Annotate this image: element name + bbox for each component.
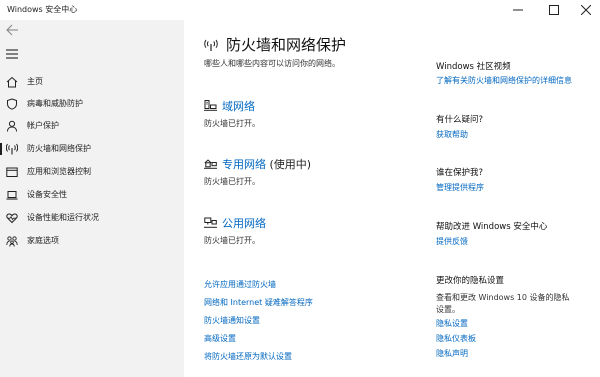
sidebar: 主页 病毒和威胁防护 帐户保护 防火墙和网络保护 应用和浏览器控制 设备安全性 … xyxy=(0,20,184,377)
sidebar-item-account-protection[interactable]: 帐户保护 xyxy=(0,116,184,136)
laptop-icon xyxy=(6,191,18,200)
close-button[interactable] xyxy=(572,0,600,20)
minimize-icon xyxy=(513,9,523,11)
main-content: 防火墙和网络保护 哪些人和哪些内容可以访问你的网络。 域网络 防火墙已打开。 专… xyxy=(184,20,600,377)
restore-defaults-link[interactable]: 将防火墙还原为默认设置 xyxy=(204,351,292,362)
back-arrow-icon[interactable] xyxy=(5,23,19,37)
public-network-icon xyxy=(204,217,217,228)
domain-network-icon xyxy=(204,100,217,111)
privacy-description-cont: 设置。 xyxy=(436,305,460,314)
privacy-heading: 更改你的隐私设置 xyxy=(436,276,505,286)
give-feedback-link[interactable]: 提供反馈 xyxy=(436,236,468,247)
allow-app-through-firewall-link[interactable]: 允许应用通过防火墙 xyxy=(204,279,276,290)
questions-heading: 有什么疑问? xyxy=(436,115,484,125)
network-status: 防火墙已打开。 xyxy=(204,119,260,128)
privacy-dashboard-link[interactable]: 隐私仪表板 xyxy=(436,333,476,344)
title-bar: Windows 安全中心 xyxy=(0,0,600,20)
sidebar-item-label: 家庭选项 xyxy=(27,236,59,245)
app-title: Windows 安全中心 xyxy=(7,5,78,14)
sidebar-item-label: 帐户保护 xyxy=(27,121,59,130)
network-name: 专用网络 xyxy=(222,158,266,171)
firewall-notification-settings-link[interactable]: 防火墙通知设置 xyxy=(204,315,260,326)
private-network-icon xyxy=(204,159,217,169)
hamburger-menu-icon[interactable] xyxy=(5,48,19,60)
privacy-description: 查看和更改 Windows 10 设备的隐私 xyxy=(436,293,570,302)
learn-more-link[interactable]: 了解有关防火墙和网络保护的详细信息 xyxy=(436,75,572,86)
sidebar-item-label: 主页 xyxy=(27,77,43,86)
get-help-link[interactable]: 获取帮助 xyxy=(436,129,468,140)
sidebar-item-label: 应用和浏览器控制 xyxy=(27,167,91,176)
community-videos-heading: Windows 社区视频 xyxy=(436,62,511,72)
antenna-icon xyxy=(6,143,18,155)
maximize-button[interactable] xyxy=(540,0,568,20)
sidebar-item-home[interactable]: 主页 xyxy=(0,72,184,92)
private-network-link[interactable]: 专用网络 (使用中) xyxy=(222,156,311,172)
network-name: 域网络 xyxy=(222,100,255,113)
sidebar-item-device-health[interactable]: 设备性能和运行状况 xyxy=(0,208,184,228)
sidebar-item-label: 设备性能和运行状况 xyxy=(27,213,99,222)
network-troubleshooter-link[interactable]: 网络和 Internet 疑难解答程序 xyxy=(204,297,313,308)
antenna-icon xyxy=(204,39,218,51)
minimize-button[interactable] xyxy=(504,0,532,20)
page-title: 防火墙和网络保护 xyxy=(226,36,347,54)
shield-icon xyxy=(7,98,17,110)
advanced-settings-link[interactable]: 高级设置 xyxy=(204,333,236,344)
privacy-settings-link[interactable]: 隐私设置 xyxy=(436,318,468,329)
network-status: 防火墙已打开。 xyxy=(204,177,260,186)
maximize-icon xyxy=(549,5,559,15)
sidebar-item-family-options[interactable]: 家庭选项 xyxy=(0,231,184,251)
family-icon xyxy=(6,236,18,247)
public-network-link[interactable]: 公用网络 xyxy=(222,215,266,231)
app-window: Windows 安全中心 主页 病毒和威胁防护 帐户保护 防火墙和网络保护 应用… xyxy=(0,0,600,377)
sidebar-item-label: 病毒和威胁防护 xyxy=(27,99,83,108)
network-status: 防火墙已打开。 xyxy=(204,236,260,245)
sidebar-item-label: 设备安全性 xyxy=(27,190,67,199)
sidebar-item-virus-protection[interactable]: 病毒和威胁防护 xyxy=(0,94,184,114)
who-protects-heading: 谁在保护我? xyxy=(436,168,484,178)
page-subtitle: 哪些人和哪些内容可以访问你的网络。 xyxy=(204,59,340,68)
sidebar-item-device-security[interactable]: 设备安全性 xyxy=(0,185,184,205)
person-icon xyxy=(7,120,17,132)
sidebar-item-app-browser-control[interactable]: 应用和浏览器控制 xyxy=(0,162,184,182)
privacy-statement-link[interactable]: 隐私声明 xyxy=(436,348,468,359)
sidebar-item-firewall[interactable]: 防火墙和网络保护 xyxy=(0,139,184,159)
app-window-icon xyxy=(6,167,18,177)
heart-icon xyxy=(6,213,18,224)
home-icon xyxy=(6,76,18,88)
network-active-label: (使用中) xyxy=(266,158,312,171)
domain-network-link[interactable]: 域网络 xyxy=(222,98,255,114)
sidebar-item-label: 防火墙和网络保护 xyxy=(27,144,91,153)
improve-heading: 帮助改进 Windows 安全中心 xyxy=(436,222,548,232)
network-name: 公用网络 xyxy=(222,217,266,230)
manage-providers-link[interactable]: 管理提供程序 xyxy=(436,182,484,193)
close-icon xyxy=(581,5,591,15)
